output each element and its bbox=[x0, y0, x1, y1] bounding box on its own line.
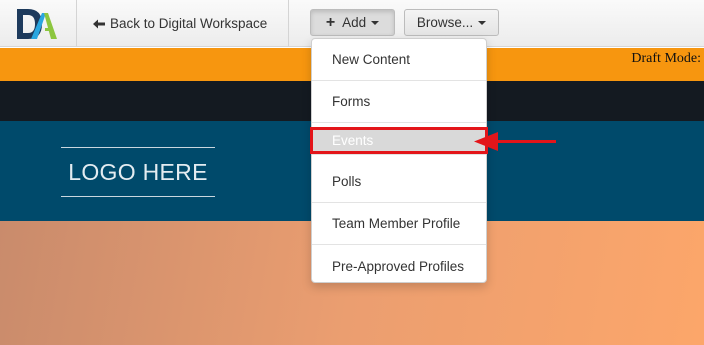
menu-item-label: Pre-Approved Profiles bbox=[332, 258, 465, 274]
back-link-label: Back to Digital Workspace bbox=[110, 16, 268, 31]
plus-icon: + bbox=[325, 13, 336, 31]
menu-item-pre-approved-profiles[interactable]: Pre-Approved Profiles bbox=[312, 245, 486, 287]
caret-down-icon bbox=[371, 20, 380, 25]
app-logo[interactable] bbox=[0, 0, 77, 47]
add-button[interactable]: + Add bbox=[310, 9, 395, 36]
arrow-left-icon bbox=[93, 19, 105, 28]
menu-item-new-content[interactable]: New Content bbox=[312, 39, 486, 81]
annotation-arrow-icon bbox=[474, 132, 556, 151]
back-to-workspace-link[interactable]: Back to Digital Workspace bbox=[78, 0, 289, 47]
menu-item-label: Team Member Profile bbox=[332, 216, 461, 231]
menu-item-label: Forms bbox=[332, 94, 371, 109]
browse-button[interactable]: Browse... bbox=[404, 9, 499, 36]
add-dropdown-menu: New Content Forms Events Polls Team Memb… bbox=[311, 38, 487, 283]
menu-item-team-member-profile[interactable]: Team Member Profile bbox=[312, 203, 486, 245]
da-logo-icon bbox=[17, 9, 57, 39]
menu-item-label: Polls bbox=[332, 174, 362, 189]
draft-mode-label: Draft Mode: bbox=[631, 51, 701, 66]
logo-placeholder: LOGO HERE bbox=[61, 147, 215, 197]
menu-item-polls[interactable]: Polls bbox=[312, 161, 486, 203]
menu-item-forms[interactable]: Forms bbox=[312, 81, 486, 123]
browse-button-label: Browse... bbox=[416, 15, 474, 30]
caret-down-icon bbox=[478, 20, 487, 25]
menu-item-label: New Content bbox=[332, 52, 411, 67]
add-button-label: Add bbox=[342, 15, 367, 30]
annotation-highlight-box bbox=[310, 127, 488, 154]
